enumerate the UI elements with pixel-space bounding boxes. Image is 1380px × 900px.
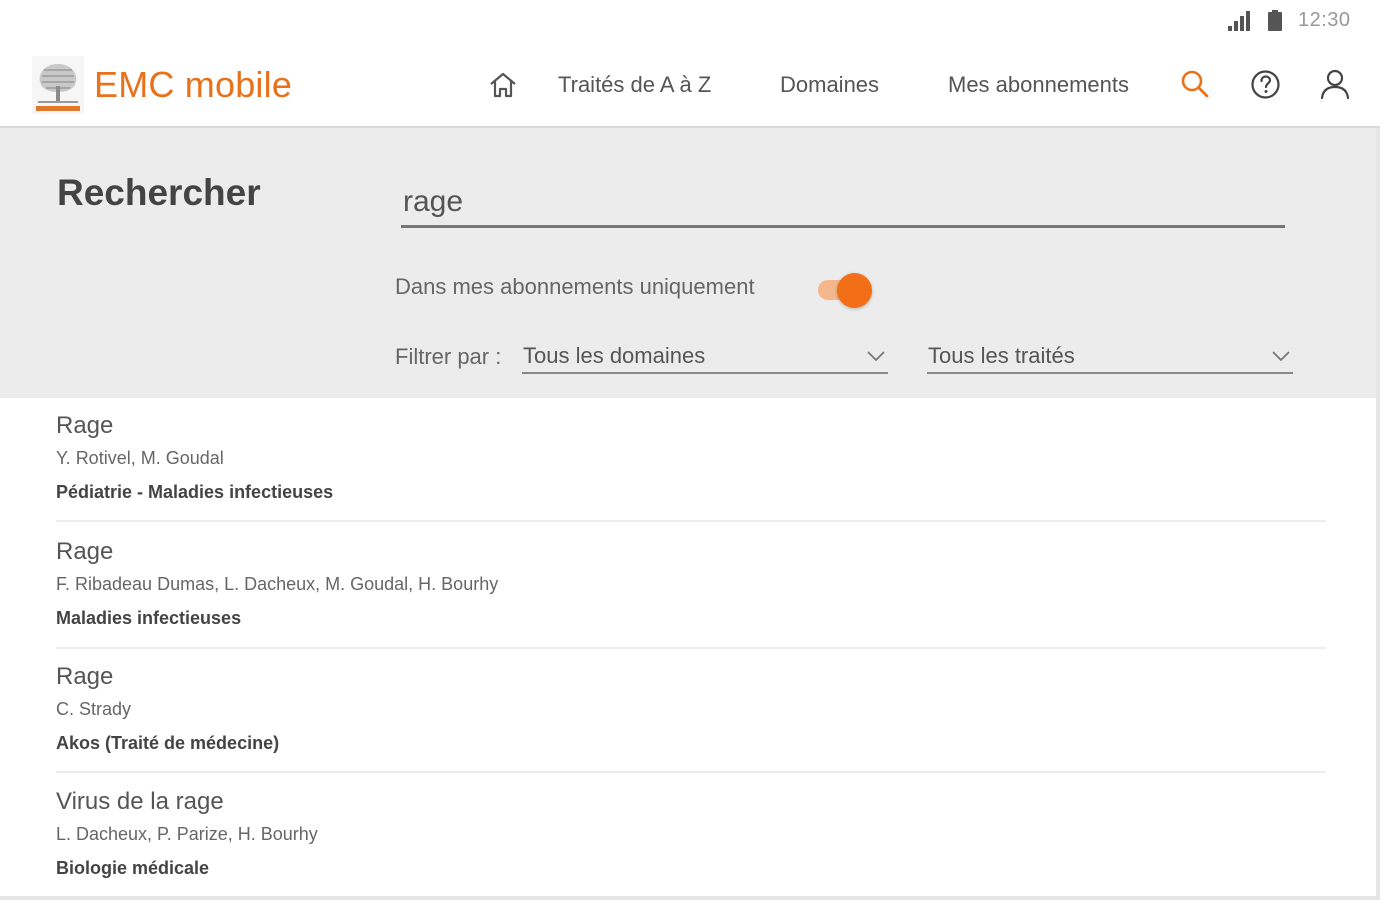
app-header: EMC mobile Traités de A à Z Domaines Mes… [0, 42, 1380, 128]
user-icon[interactable] [1320, 68, 1350, 100]
filter-label: Filtrer par : [395, 344, 502, 369]
result-domain: Biologie médicale [56, 858, 210, 878]
window-edge-right [1376, 128, 1380, 900]
result-title: Virus de la rage [56, 788, 224, 815]
window-edge-bottom [0, 896, 1380, 900]
result-title: Rage [56, 538, 114, 565]
result-domain: Maladies infectieuses [56, 608, 242, 628]
result-authors: F. Ribadeau Dumas, L. Dacheux, M. Goudal… [56, 574, 499, 594]
result-title: Rage [56, 663, 114, 690]
elsevier-tree-logo [32, 56, 84, 114]
home-icon[interactable] [488, 70, 518, 100]
page-title: Rechercher [57, 172, 261, 213]
result-authors: Y. Rotivel, M. Goudal [56, 448, 224, 468]
result-authors: C. Strady [56, 699, 132, 719]
traite-filter-value: Tous les traités [928, 343, 1075, 368]
search-icon[interactable] [1180, 69, 1210, 99]
battery-icon [1268, 10, 1282, 31]
subscription-only-toggle[interactable] [818, 273, 876, 309]
domain-filter-value: Tous les domaines [523, 343, 706, 368]
result-item[interactable]: Rage C. Strady Akos (Traité de médecine) [56, 649, 1326, 773]
domain-filter-select[interactable]: Tous les domaines [522, 340, 888, 374]
signal-icon [1228, 11, 1250, 31]
traite-filter-select[interactable]: Tous les traités [927, 340, 1293, 374]
result-title: Rage [56, 412, 114, 439]
result-domain: Akos (Traité de médecine) [56, 733, 280, 753]
chevron-down-icon [1272, 351, 1290, 362]
result-authors: L. Dacheux, P. Parize, H. Bourhy [56, 824, 318, 844]
result-domain: Pédiatrie - Maladies infectieuses [56, 482, 334, 502]
result-item[interactable]: Virus de la rage L. Dacheux, P. Parize, … [56, 774, 1326, 898]
search-panel: Rechercher Dans mes abonnements uniqueme… [0, 128, 1380, 398]
result-item[interactable]: Rage F. Ribadeau Dumas, L. Dacheux, M. G… [56, 524, 1326, 648]
search-input[interactable] [401, 178, 1285, 228]
subscription-toggle-label: Dans mes abonnements uniquement [395, 274, 755, 299]
result-divider [56, 520, 1326, 522]
status-time: 12:30 [1298, 9, 1351, 31]
app-brand: EMC mobile [94, 64, 293, 105]
status-bar: 12:30 [0, 0, 1380, 42]
result-divider [56, 771, 1326, 773]
result-item[interactable]: Rage Y. Rotivel, M. Goudal Pédiatrie - M… [56, 398, 1326, 522]
toggle-knob [837, 273, 872, 308]
nav-domaines[interactable]: Domaines [780, 72, 879, 98]
help-icon[interactable] [1250, 69, 1281, 100]
nav-mes-abonnements[interactable]: Mes abonnements [948, 72, 1129, 98]
chevron-down-icon [867, 351, 885, 362]
nav-traites-a-z[interactable]: Traités de A à Z [558, 72, 711, 98]
